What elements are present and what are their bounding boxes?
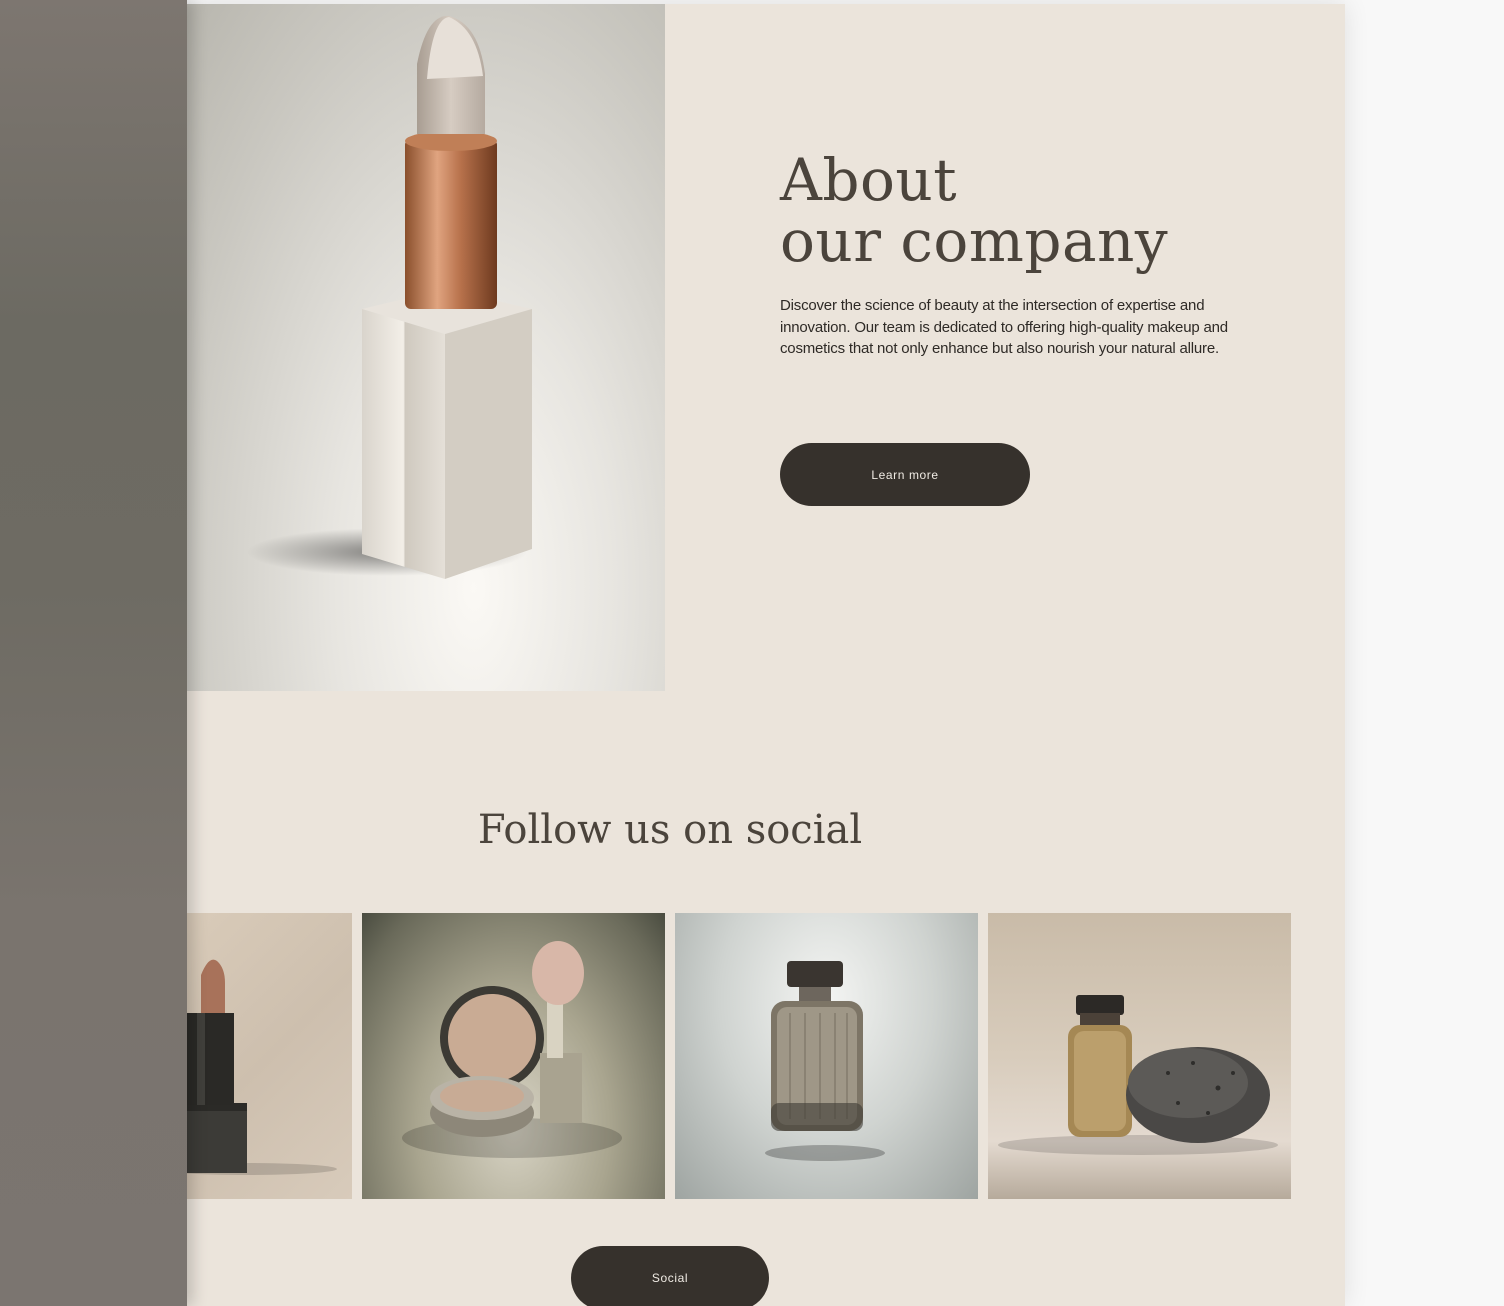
about-description: Discover the science of beauty at the in… (780, 297, 1228, 357)
hero-lipstick-image (187, 4, 665, 691)
social-image-serum-stone[interactable] (988, 913, 1291, 1199)
left-panel-overlay (0, 0, 187, 1306)
page-content: About our company Discover the science o… (187, 4, 1345, 1306)
about-heading-line1: About (780, 146, 958, 214)
social-button[interactable]: Social (571, 1246, 769, 1306)
social-image-compact-brush[interactable] (362, 913, 665, 1199)
about-heading-line2: our company (780, 207, 1169, 275)
social-image-lipstick[interactable] (187, 913, 352, 1199)
social-image-perfume[interactable] (675, 913, 978, 1199)
right-background (1345, 0, 1504, 1306)
about-heading: About our company (780, 150, 1168, 272)
learn-more-button[interactable]: Learn more (780, 443, 1030, 506)
social-heading: Follow us on social (477, 807, 863, 853)
